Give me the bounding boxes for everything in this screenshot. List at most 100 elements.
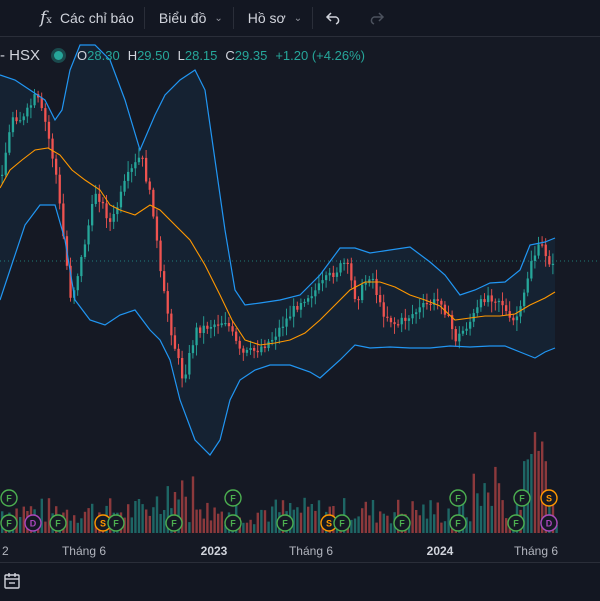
volume-bar: [163, 510, 166, 533]
volume-bar: [487, 492, 490, 533]
volume-bar: [368, 515, 371, 533]
svg-text:F: F: [513, 519, 519, 529]
candle: [425, 303, 429, 305]
candle: [249, 348, 252, 350]
candle: [375, 278, 378, 295]
candle: [299, 303, 303, 310]
candle: [317, 283, 321, 291]
event-marker: F: [49, 514, 67, 532]
candle: [487, 295, 490, 303]
volume-bar: [220, 511, 223, 533]
candle: [177, 348, 180, 359]
undo-icon: [326, 12, 340, 25]
candle: [213, 324, 216, 328]
volume-bar: [490, 505, 493, 533]
candle: [253, 348, 256, 351]
candle: [476, 307, 479, 314]
volume-bar: [188, 522, 191, 533]
volume-bar: [447, 508, 450, 533]
candle: [548, 256, 551, 265]
volume-bar: [505, 518, 508, 533]
volume-bar: [134, 501, 137, 533]
calendar-icon[interactable]: [3, 571, 23, 591]
svg-text:D: D: [30, 519, 37, 529]
volume-bar: [253, 524, 256, 533]
volume-bar: [137, 499, 141, 533]
event-marker: F: [224, 514, 242, 532]
candle: [94, 193, 97, 204]
volume-bar: [155, 496, 159, 533]
volume-bar: [191, 476, 195, 533]
svg-text:F: F: [6, 494, 12, 504]
change-value: +1.20 (+4.26%): [275, 48, 365, 63]
event-marker: D: [24, 514, 42, 532]
volume-bar: [303, 497, 306, 533]
candle: [166, 291, 169, 314]
candle: [407, 318, 411, 321]
indicators-button[interactable]: fx Các chỉ báo: [0, 0, 144, 36]
candle: [389, 317, 393, 323]
volume-bar: [501, 500, 504, 533]
candle: [353, 280, 357, 299]
candle: [188, 353, 191, 375]
close-value: 29.35: [234, 48, 268, 63]
volume-bar: [533, 432, 537, 533]
candle: [303, 301, 306, 304]
candle: [227, 323, 231, 327]
candle: [458, 333, 461, 342]
candle: [123, 180, 126, 192]
high-value: 29.50: [137, 48, 170, 63]
candle: [404, 317, 407, 321]
candle: [526, 278, 529, 293]
candle: [231, 326, 234, 332]
indicators-label: Các chỉ báo: [59, 10, 134, 26]
symbol-name[interactable]: - HSX: [0, 47, 40, 64]
volume-bar: [245, 522, 249, 533]
candle: [332, 272, 335, 277]
svg-text:F: F: [230, 494, 236, 504]
candle: [141, 157, 144, 159]
volume-bar: [361, 508, 364, 533]
volume-bar: [206, 502, 209, 533]
volume-bar: [260, 509, 263, 533]
volume-bar: [476, 493, 479, 533]
volume-bar: [479, 505, 483, 533]
candle: [260, 346, 263, 353]
undo-button[interactable]: [313, 0, 355, 36]
volume-bar: [415, 510, 418, 533]
volume-bar: [497, 483, 501, 533]
volume-bar: [386, 515, 389, 533]
candle: [281, 326, 285, 328]
svg-text:S: S: [100, 519, 106, 529]
volume-bar: [483, 483, 486, 533]
candle: [328, 272, 331, 276]
candle: [148, 181, 151, 190]
svg-text:F: F: [282, 519, 288, 529]
candle: [217, 324, 220, 326]
volume-bar: [353, 518, 357, 533]
time-axis[interactable]: 2 Tháng 6 2023 Tháng 6 2024 Tháng 6: [0, 540, 600, 562]
candle: [40, 97, 43, 109]
volume-bar: [91, 503, 94, 533]
candle: [195, 327, 198, 346]
candle: [80, 257, 83, 277]
svg-text:F: F: [455, 519, 461, 529]
price-chart[interactable]: FFFFSFDFSFFFFSFFFFFD: [0, 37, 600, 540]
candle: [310, 296, 313, 299]
candle: [422, 303, 425, 308]
chart-type-button[interactable]: Biểu đồ ⌄: [145, 0, 233, 36]
candle: [170, 313, 173, 336]
redo-button[interactable]: [355, 0, 397, 36]
volume-bar: [76, 522, 79, 533]
candle: [51, 138, 54, 159]
candle: [105, 203, 108, 219]
volume-bar: [418, 515, 421, 533]
volume-bar: [379, 511, 382, 533]
candle: [4, 152, 7, 175]
market-status-icon: [54, 51, 64, 60]
candle: [242, 348, 245, 353]
candle: [357, 299, 360, 301]
profile-button[interactable]: Hồ sơ ⌄: [234, 0, 312, 36]
candle: [289, 316, 292, 319]
candle: [91, 204, 94, 226]
